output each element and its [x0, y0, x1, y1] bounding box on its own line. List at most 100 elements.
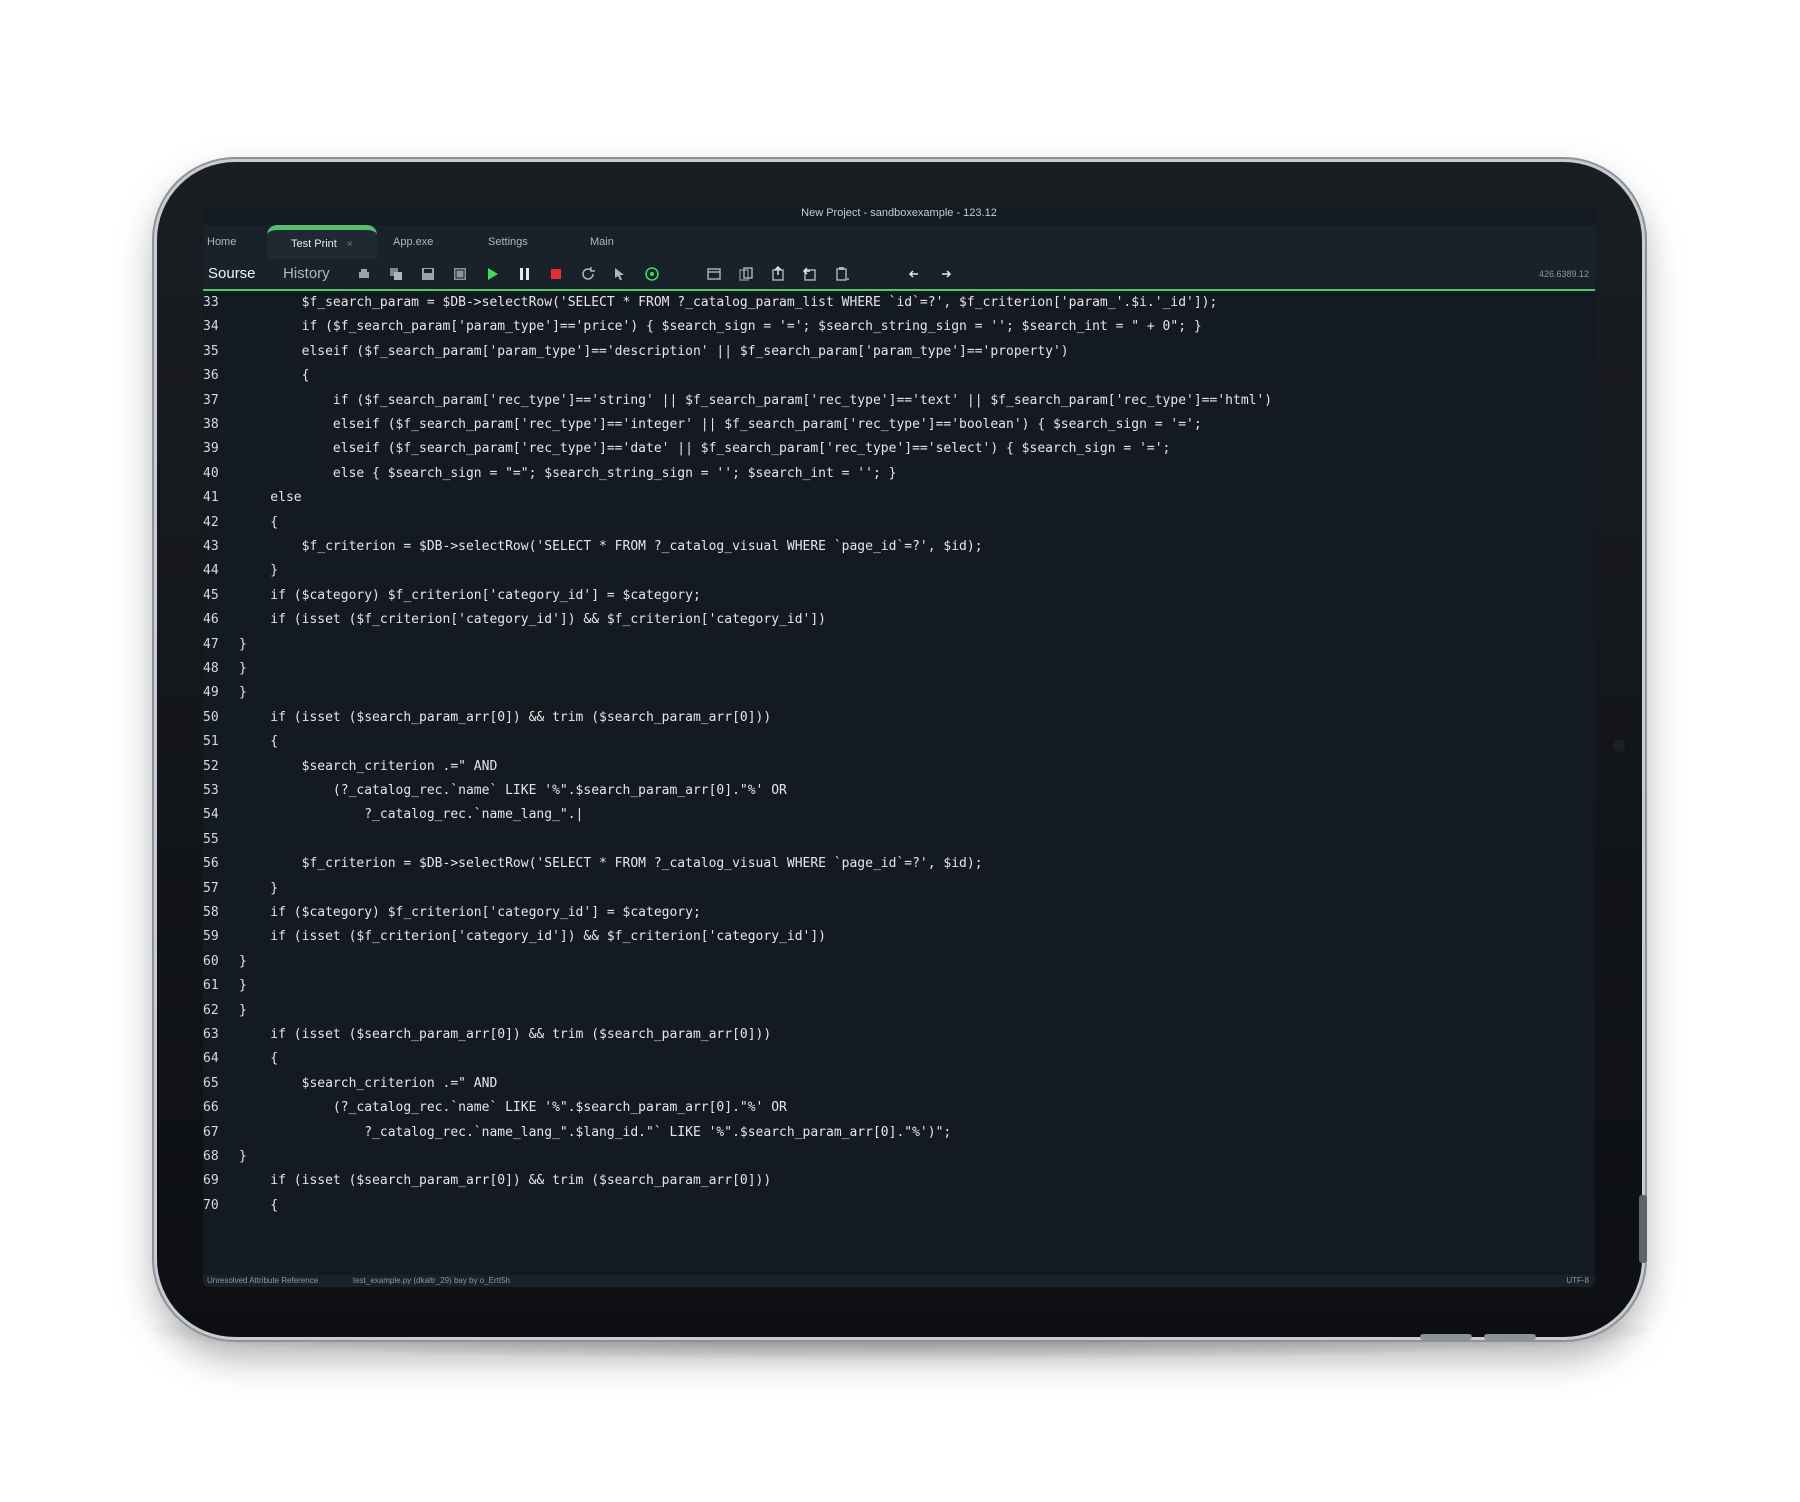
tab-test-print[interactable]: Test Print × [267, 225, 377, 259]
tab-settings[interactable]: Settings [488, 225, 528, 259]
code-line[interactable]: 70 { [203, 1194, 1595, 1218]
code-text[interactable]: if (isset ($search_param_arr[0]) && trim… [239, 1023, 771, 1047]
code-text[interactable]: $f_criterion = $DB->selectRow('SELECT * … [239, 535, 983, 559]
code-text[interactable]: if ($f_search_param['param_type']=='pric… [239, 315, 1202, 339]
code-text[interactable]: if ($category) $f_criterion['category_id… [239, 584, 700, 608]
close-icon[interactable]: × [347, 239, 353, 250]
tab-home[interactable]: Home [207, 225, 236, 259]
code-line[interactable]: 53 (?_catalog_rec.`name` LIKE '%".$searc… [203, 779, 1595, 803]
code-text[interactable]: (?_catalog_rec.`name` LIKE '%".$search_p… [239, 1096, 787, 1120]
code-text[interactable]: if ($f_search_param['rec_type']=='string… [239, 389, 1272, 413]
code-text[interactable]: if (isset ($search_param_arr[0]) && trim… [239, 1169, 771, 1193]
tab-main[interactable]: Main [590, 225, 614, 259]
pause-icon[interactable] [516, 266, 532, 282]
code-text[interactable]: { [239, 1194, 278, 1218]
code-line[interactable]: 37 if ($f_search_param['rec_type']=='str… [203, 389, 1595, 413]
code-line[interactable]: 45 if ($category) $f_criterion['category… [203, 584, 1595, 608]
cursor-icon[interactable] [612, 266, 628, 282]
code-line[interactable]: 66 (?_catalog_rec.`name` LIKE '%".$searc… [203, 1096, 1595, 1120]
code-text[interactable]: elseif ($f_search_param['rec_type']=='in… [239, 413, 1202, 437]
print-icon[interactable] [356, 266, 372, 282]
code-text[interactable]: else { $search_sign = "="; $search_strin… [239, 462, 897, 486]
code-text[interactable]: } [239, 1145, 247, 1169]
code-text[interactable]: if (isset ($search_param_arr[0]) && trim… [239, 706, 771, 730]
code-text[interactable]: ?_catalog_rec.`name_lang_".| [239, 803, 583, 827]
code-line[interactable]: 48} [203, 657, 1595, 681]
stop-icon[interactable] [548, 266, 564, 282]
code-line[interactable]: 49} [203, 681, 1595, 705]
history-tab[interactable]: History [283, 259, 330, 289]
code-text[interactable]: } [239, 999, 247, 1023]
code-line[interactable]: 34 if ($f_search_param['param_type']=='p… [203, 315, 1595, 339]
code-line[interactable]: 39 elseif ($f_search_param['rec_type']==… [203, 437, 1595, 461]
code-line[interactable]: 41 else [203, 486, 1595, 510]
code-line[interactable]: 44 } [203, 559, 1595, 583]
code-text[interactable]: $f_criterion = $DB->selectRow('SELECT * … [239, 852, 983, 876]
code-line[interactable]: 61} [203, 974, 1595, 998]
code-line[interactable]: 43 $f_criterion = $DB->selectRow('SELECT… [203, 535, 1595, 559]
code-text[interactable]: { [239, 511, 278, 535]
code-text[interactable]: ?_catalog_rec.`name_lang_".$lang_id."` L… [239, 1121, 951, 1145]
code-text[interactable]: } [239, 657, 247, 681]
code-line[interactable]: 65 $search_criterion .=" AND [203, 1072, 1595, 1096]
code-line[interactable]: 68} [203, 1145, 1595, 1169]
code-text[interactable]: if (isset ($f_criterion['category_id']) … [239, 925, 826, 949]
code-text[interactable]: } [239, 950, 247, 974]
status-inspection[interactable]: Unresolved Attribute Reference [207, 1275, 318, 1287]
status-encoding[interactable]: UTF-8 [1566, 1275, 1589, 1287]
code-text[interactable]: } [239, 974, 247, 998]
code-line[interactable]: 35 elseif ($f_search_param['param_type']… [203, 340, 1595, 364]
code-line[interactable]: 69 if (isset ($search_param_arr[0]) && t… [203, 1169, 1595, 1193]
tab-app-exe[interactable]: App.exe [393, 225, 433, 259]
code-text[interactable]: $search_criterion .=" AND [239, 1072, 498, 1096]
source-tab[interactable]: Sourse [208, 259, 256, 289]
code-text[interactable]: { [239, 730, 278, 754]
code-line[interactable]: 59 if (isset ($f_criterion['category_id'… [203, 925, 1595, 949]
code-line[interactable]: 54 ?_catalog_rec.`name_lang_".| [203, 803, 1595, 827]
code-text[interactable]: if (isset ($f_criterion['category_id']) … [239, 608, 826, 632]
code-line[interactable]: 58 if ($category) $f_criterion['category… [203, 901, 1595, 925]
window-icon[interactable] [706, 266, 722, 282]
code-text[interactable]: } [239, 877, 278, 901]
status-file[interactable]: test_example.py (dkaltr_29) bay by o_Ert… [353, 1275, 510, 1287]
code-text[interactable]: elseif ($f_search_param['rec_type']=='da… [239, 437, 1170, 461]
code-line[interactable]: 52 $search_criterion .=" AND [203, 755, 1595, 779]
code-line[interactable]: 47} [203, 633, 1595, 657]
code-line[interactable]: 64 { [203, 1047, 1595, 1071]
debug-icon[interactable] [644, 266, 660, 282]
paste-icon[interactable] [834, 266, 850, 282]
code-line[interactable]: 56 $f_criterion = $DB->selectRow('SELECT… [203, 852, 1595, 876]
code-line[interactable]: 50 if (isset ($search_param_arr[0]) && t… [203, 706, 1595, 730]
code-line[interactable]: 63 if (isset ($search_param_arr[0]) && t… [203, 1023, 1595, 1047]
code-text[interactable]: $f_search_param = $DB->selectRow('SELECT… [239, 291, 1218, 315]
duplicate-icon[interactable] [738, 266, 754, 282]
code-line[interactable]: 62} [203, 999, 1595, 1023]
code-line[interactable]: 33 $f_search_param = $DB->selectRow('SEL… [203, 291, 1595, 315]
save-icon[interactable] [420, 266, 436, 282]
refresh-icon[interactable] [580, 266, 596, 282]
code-text[interactable]: } [239, 681, 247, 705]
code-line[interactable]: 38 elseif ($f_search_param['rec_type']==… [203, 413, 1595, 437]
code-line[interactable]: 67 ?_catalog_rec.`name_lang_".$lang_id."… [203, 1121, 1595, 1145]
run-icon[interactable] [484, 266, 500, 282]
code-text[interactable]: } [239, 633, 247, 657]
code-line[interactable]: 51 { [203, 730, 1595, 754]
code-text[interactable]: else [239, 486, 301, 510]
code-line[interactable]: 36 { [203, 364, 1595, 388]
code-line[interactable]: 40 else { $search_sign = "="; $search_st… [203, 462, 1595, 486]
code-line[interactable]: 57 } [203, 877, 1595, 901]
code-line[interactable]: 42 { [203, 511, 1595, 535]
export-icon[interactable] [770, 266, 786, 282]
back-arrow-icon[interactable] [906, 266, 922, 282]
code-text[interactable]: { [239, 364, 310, 388]
code-text[interactable]: elseif ($f_search_param['param_type']=='… [239, 340, 1069, 364]
import-icon[interactable] [802, 266, 818, 282]
code-line[interactable]: 46 if (isset ($f_criterion['category_id'… [203, 608, 1595, 632]
save-all-icon[interactable] [452, 266, 468, 282]
code-line[interactable]: 55 [203, 828, 1595, 852]
code-line[interactable]: 60} [203, 950, 1595, 974]
forward-arrow-icon[interactable] [938, 266, 954, 282]
code-text[interactable]: } [239, 559, 278, 583]
copy-icon[interactable] [388, 266, 404, 282]
code-text[interactable]: { [239, 1047, 278, 1071]
